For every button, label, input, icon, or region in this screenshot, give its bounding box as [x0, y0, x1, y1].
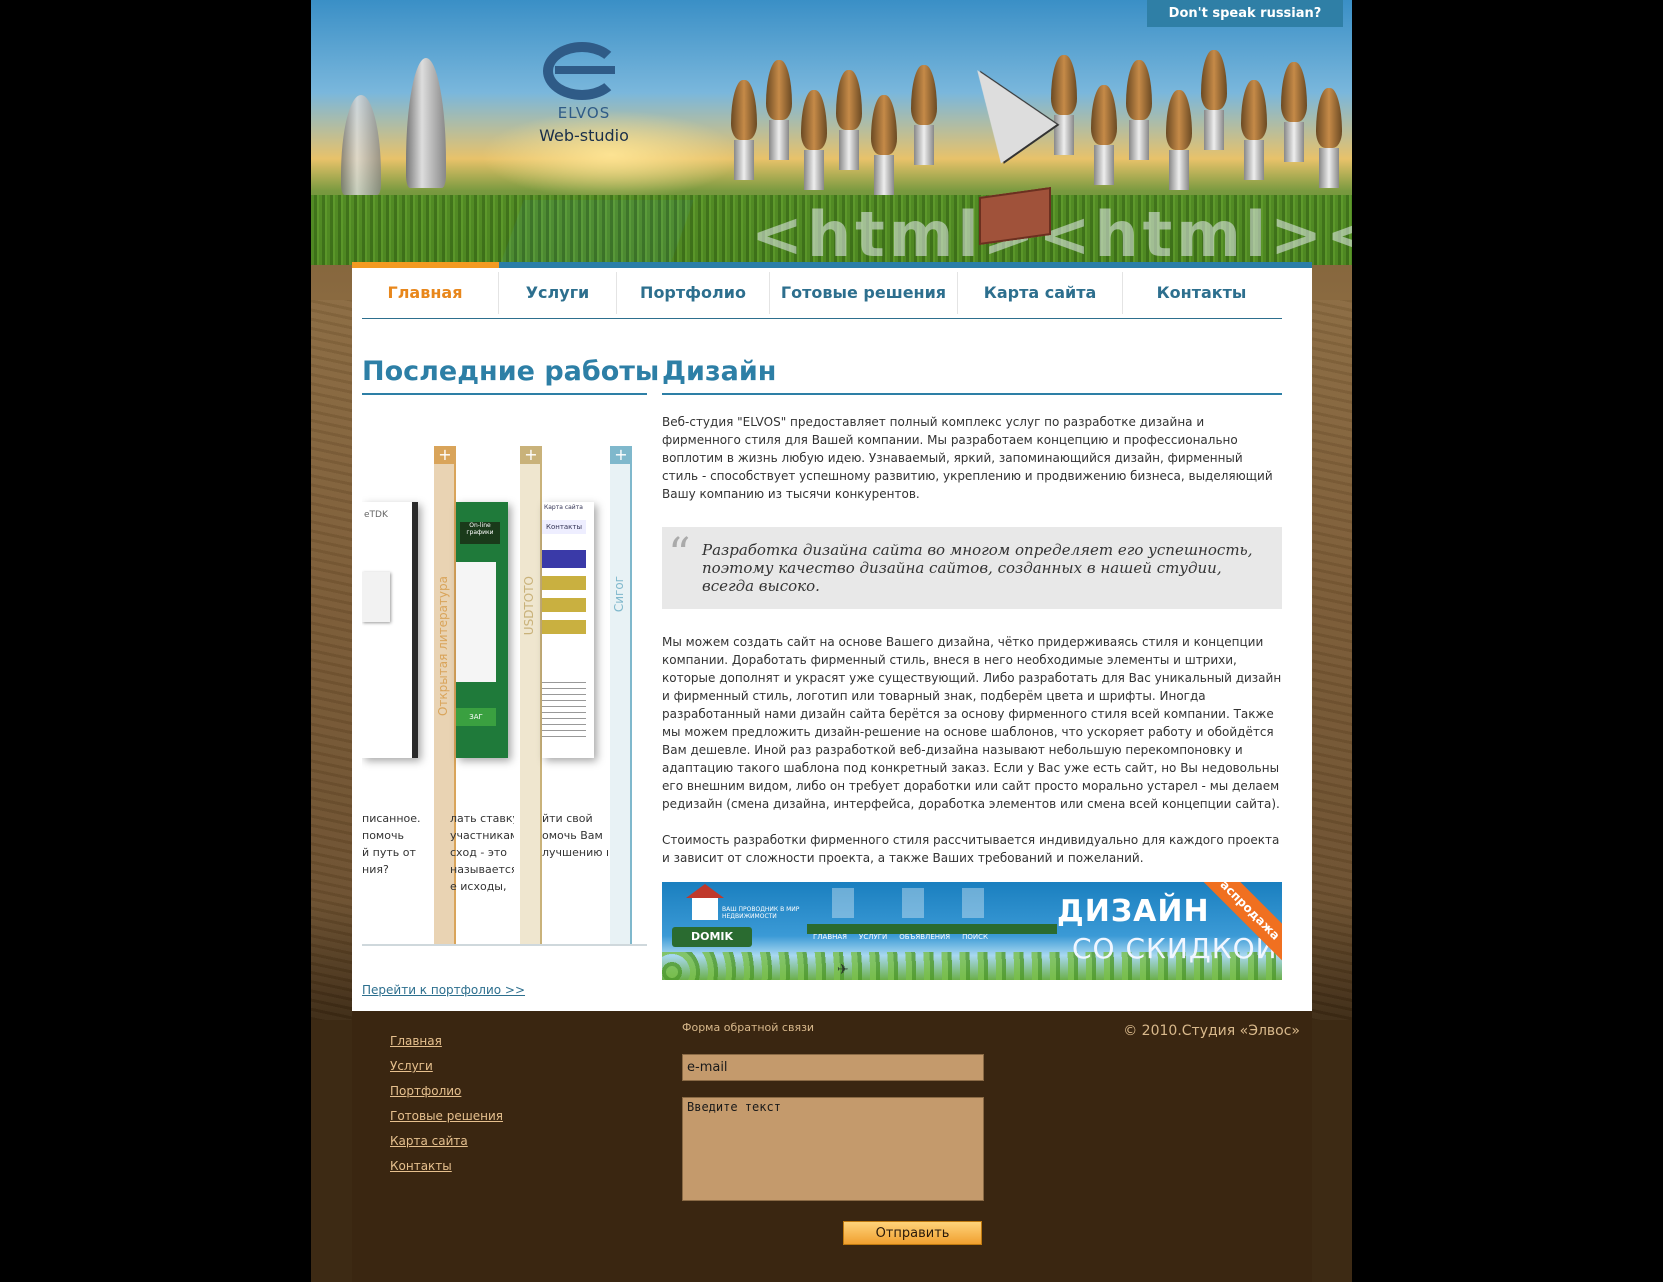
building-icon: [832, 888, 854, 918]
footer-link-contacts[interactable]: Контакты: [390, 1154, 503, 1179]
footer: Главная Услуги Портфолио Готовые решения…: [352, 1011, 1312, 1282]
send-button[interactable]: Отправить: [843, 1221, 982, 1245]
quote-text: Разработка дизайна сайта во многом опред…: [702, 541, 1253, 595]
nav-item-services[interactable]: Услуги: [499, 272, 617, 314]
latest-works-title: Последние работы: [362, 356, 659, 395]
copyright: © 2010.Студия «Элвос»: [1123, 1023, 1300, 1039]
elvos-logo-icon: [543, 42, 625, 102]
plant-icon: [902, 888, 924, 918]
design-intro: Веб-студия "ELVOS" предоставляет полный …: [662, 415, 1273, 501]
main-nav: Главная Услуги Портфолио Готовые решения…: [352, 262, 1312, 318]
accordion-tab-label: Открытая литература: [436, 576, 450, 717]
banner-title: ДИЗАЙН: [1057, 894, 1210, 929]
rocket-image: [406, 58, 446, 188]
design-cost: Стоимость разработки фирменного стиля ра…: [662, 833, 1280, 865]
portfolio-description: йти свой омочь Вам лучшению и: [542, 812, 608, 859]
nav-item-sitemap[interactable]: Карта сайта: [958, 272, 1123, 314]
email-field[interactable]: [682, 1054, 984, 1081]
portfolio-description: писанное. помочь й путь от ния?: [362, 812, 421, 876]
brush-image: [871, 95, 897, 195]
portfolio-screenshot[interactable]: eTDK: [362, 502, 418, 758]
brush-image: [1166, 90, 1192, 190]
footer-link-sitemap[interactable]: Карта сайта: [390, 1129, 503, 1154]
banner-nav: ГЛАВНАЯ УСЛУГИ ОБЪЯВЛЕНИЯ ПОИСК: [807, 924, 1057, 941]
header-scene: <html><html><h ELVOS Web-studio Don't sp…: [311, 0, 1352, 265]
banner-subtitle: СО СКИДКОЙ: [1072, 932, 1278, 965]
html-decor-text: <html><html><h: [751, 198, 1352, 265]
footer-link-services[interactable]: Услуги: [390, 1054, 503, 1079]
rocket-image: [341, 95, 381, 195]
portfolio-screenshot[interactable]: Карта сайта Контакты: [542, 502, 594, 758]
brush-image: [766, 60, 792, 160]
message-field[interactable]: Введите текст: [682, 1097, 984, 1201]
feedback-form-title: Форма обратной связи: [682, 1021, 815, 1034]
screenshot-tag: On-line графики: [460, 522, 500, 544]
footer-link-solutions[interactable]: Готовые решения: [390, 1104, 503, 1129]
plus-icon[interactable]: +: [610, 446, 632, 464]
plus-icon[interactable]: +: [520, 446, 542, 464]
page-container: <html><html><h ELVOS Web-studio Don't sp…: [311, 0, 1352, 1282]
footer-link-portfolio[interactable]: Портфолио: [390, 1079, 503, 1104]
promo-banner[interactable]: ВАШ ПРОВОДНИК В МИР НЕДВИЖИМОСТИ DOMIK Г…: [662, 882, 1282, 980]
airplane-icon: ✈: [837, 962, 849, 978]
brush-image: [836, 70, 862, 170]
logo[interactable]: ELVOS Web-studio: [529, 42, 639, 145]
design-quote: “ Разработка дизайна сайта во многом опр…: [662, 527, 1282, 609]
nav-item-home[interactable]: Главная: [352, 272, 499, 314]
brand-name: ELVOS: [557, 104, 611, 122]
screenshot-title: Карта сайта: [544, 504, 583, 511]
main-content: Последние работы eTDK + Открытая литерат…: [352, 318, 1312, 1011]
brush-image: [1281, 62, 1307, 162]
brush-image: [1091, 85, 1117, 185]
language-button[interactable]: Don't speak russian?: [1147, 0, 1343, 27]
brush-image: [911, 65, 937, 165]
portfolio-link[interactable]: Перейти к портфолио >>: [362, 983, 525, 997]
nav-item-portfolio[interactable]: Портфолио: [617, 272, 770, 314]
house-icon: [686, 884, 724, 920]
screenshot-button: ЗАГ: [456, 708, 496, 726]
design-title: Дизайн: [662, 356, 1282, 395]
nav-item-contacts[interactable]: Контакты: [1123, 272, 1280, 314]
banner-tagline: ВАШ ПРОВОДНИК В МИР НЕДВИЖИМОСТИ: [722, 906, 800, 920]
portfolio-accordion: eTDK + Открытая литература On-line графи…: [362, 446, 647, 946]
portfolio-screenshot[interactable]: On-line графики ЗАГ: [456, 502, 508, 758]
accordion-tab[interactable]: + Cигог: [610, 446, 632, 944]
brush-image: [1316, 88, 1342, 188]
nav-item-solutions[interactable]: Готовые решения: [770, 272, 958, 314]
brush-image: [731, 80, 757, 180]
brush-image: [1051, 55, 1077, 155]
quote-icon: “: [668, 529, 691, 580]
brush-image: [1126, 60, 1152, 160]
footer-link-home[interactable]: Главная: [390, 1029, 503, 1054]
accordion-tab-label: USDTOTO: [522, 576, 536, 636]
brand-subtitle: Web-studio: [539, 126, 629, 145]
document-icon: [962, 888, 984, 918]
screenshot-nav: Контакты: [542, 520, 586, 534]
design-section: Дизайн Веб-студия "ELVOS" предоставляет …: [662, 356, 1282, 980]
brush-image: [1201, 50, 1227, 150]
screenshot-logo: eTDK: [364, 510, 388, 520]
accordion-tab-label: Cигог: [612, 576, 626, 613]
cursor-icon: [949, 50, 1057, 164]
footer-nav: Главная Услуги Портфолио Готовые решения…: [390, 1029, 503, 1179]
brush-image: [801, 90, 827, 190]
plus-icon[interactable]: +: [434, 446, 456, 464]
latest-works-section: Последние работы eTDK + Открытая литерат…: [362, 356, 659, 946]
brush-image: [1241, 80, 1267, 180]
nav-underline: [362, 318, 1282, 319]
design-body: Мы можем создать сайт на основе Вашего д…: [662, 635, 1282, 811]
accordion-tab[interactable]: + USDTOTO: [520, 446, 542, 944]
banner-logo: DOMIK: [672, 927, 752, 947]
brick-image: [979, 186, 1051, 246]
portfolio-description: лать ставку участникам сход - это называетс…: [450, 812, 514, 893]
